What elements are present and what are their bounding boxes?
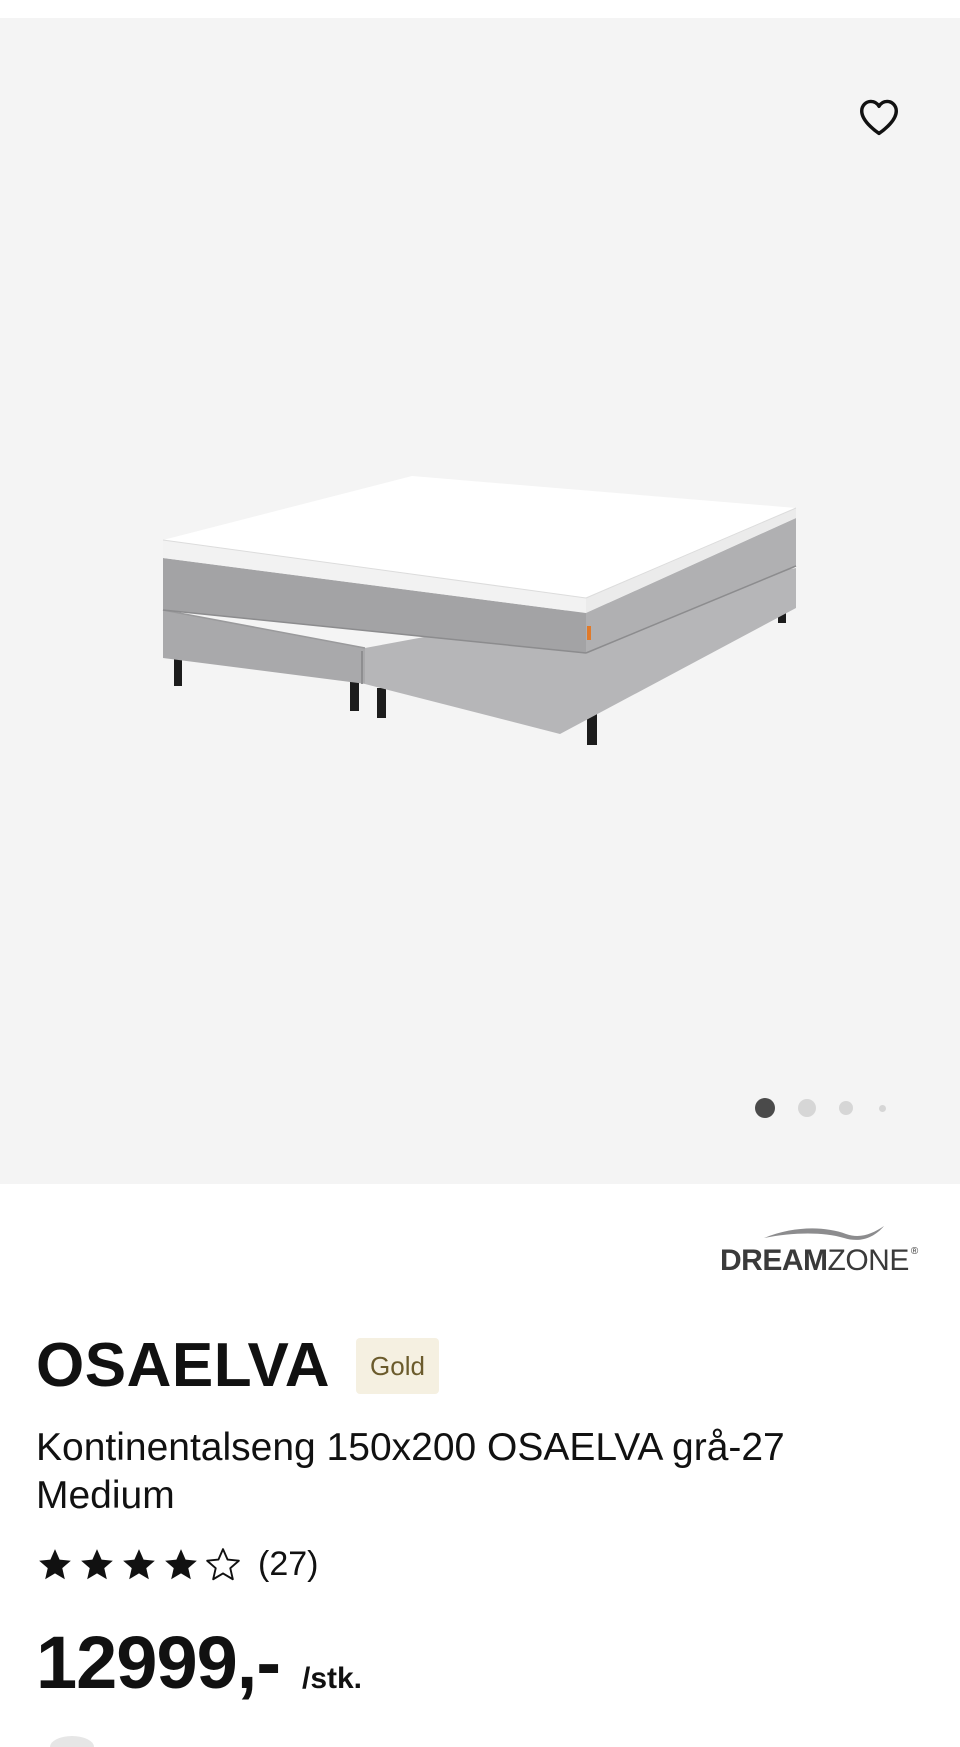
product-title-row: OSAELVA Gold (36, 1330, 439, 1402)
gallery-dot-2[interactable] (798, 1099, 816, 1117)
star-empty-icon (206, 1547, 240, 1580)
partial-element (50, 1736, 94, 1747)
price: 12999,- (36, 1621, 281, 1704)
brand-logo: DREAMZONE ® (716, 1224, 928, 1282)
rating[interactable]: (27) (36, 1545, 318, 1584)
star-filled-icon (81, 1548, 113, 1579)
product-subtitle: Kontinentalseng 150x200 OSAELVA grå-27 M… (36, 1426, 785, 1517)
star-filled-icon (123, 1548, 155, 1579)
brand-swoosh-icon (764, 1226, 884, 1240)
gallery-dot-1[interactable] (755, 1098, 775, 1118)
product-name: OSAELVA (36, 1331, 331, 1400)
gallery-dot-4[interactable] (879, 1104, 886, 1112)
price-row: 12999,- /stk. (36, 1620, 362, 1705)
status-strip (0, 0, 960, 18)
heart-outline-icon (860, 99, 898, 136)
star-filled-icon (39, 1548, 71, 1579)
product-image (162, 476, 797, 745)
price-unit: /stk. (301, 1662, 363, 1695)
tier-badge: Gold (356, 1338, 439, 1394)
product-image-gallery[interactable] (0, 18, 960, 1184)
favorite-button[interactable] (850, 88, 908, 146)
gallery-pagination (755, 1096, 886, 1120)
gallery-dot-3[interactable] (839, 1101, 853, 1115)
brand-wordmark: DREAMZONE ® (720, 1244, 918, 1277)
star-filled-icon (165, 1548, 197, 1579)
rating-count: (27) (258, 1545, 319, 1583)
